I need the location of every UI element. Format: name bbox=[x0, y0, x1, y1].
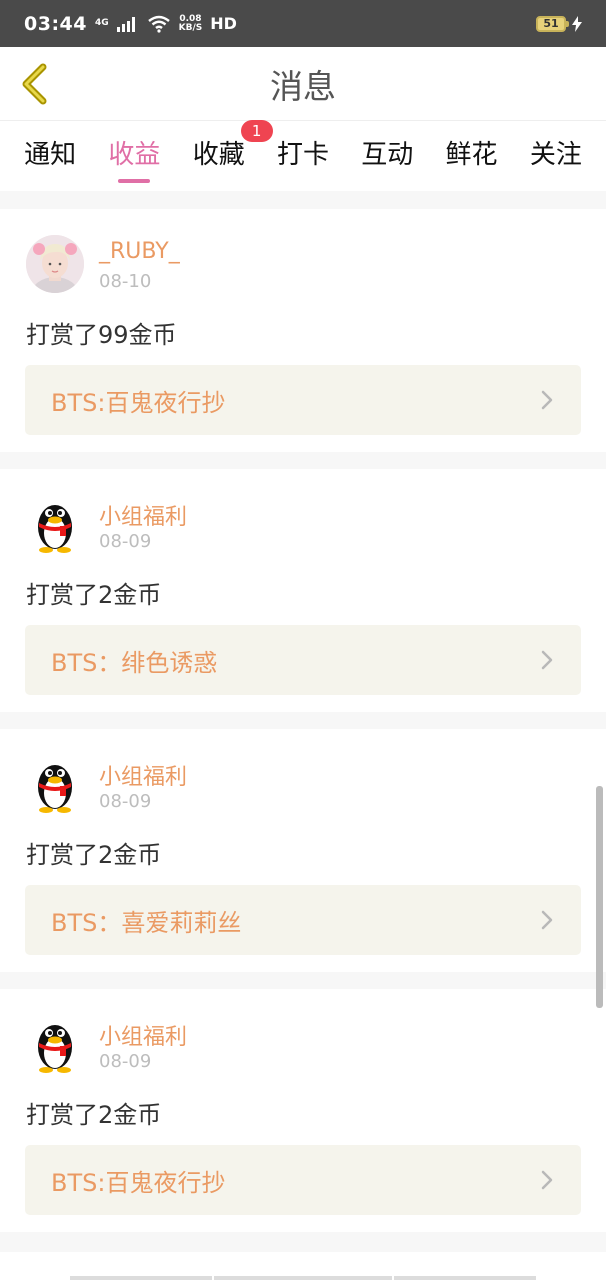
network-label: 4G bbox=[94, 18, 109, 28]
net-speed-unit: KB/S bbox=[178, 22, 203, 33]
user-name[interactable]: _RUBY_ bbox=[99, 239, 180, 264]
battery-level: 51 bbox=[543, 17, 559, 30]
tab-earnings[interactable]: 收益 bbox=[108, 128, 160, 185]
tab-label: 打卡 bbox=[276, 139, 329, 170]
tab-label: 收益 bbox=[108, 139, 161, 170]
tab-favorites[interactable]: 收藏 1 bbox=[192, 119, 273, 185]
chevron-right-icon bbox=[541, 650, 553, 670]
status-time: 03:44 bbox=[24, 12, 87, 35]
user-avatar[interactable] bbox=[26, 495, 84, 553]
linked-post-title: BTS:百鬼夜行抄 bbox=[51, 388, 226, 417]
tab-checkin[interactable]: 打卡 bbox=[277, 128, 329, 185]
tab-label: 通知 bbox=[24, 139, 77, 170]
tab-label: 鲜花 bbox=[445, 139, 498, 170]
photo-avatar-icon bbox=[26, 235, 84, 293]
page-title: 消息 bbox=[270, 66, 336, 106]
user-avatar[interactable] bbox=[26, 755, 84, 813]
tab-notifications[interactable]: 通知 bbox=[24, 128, 76, 185]
status-bar: 03:44 4G 0.08 KB/S HD 51 bbox=[0, 0, 606, 47]
chevron-left-icon bbox=[22, 63, 47, 105]
message-text: 打赏了2金币 bbox=[26, 581, 162, 609]
signal-icon bbox=[116, 16, 135, 32]
user-avatar[interactable] bbox=[26, 1015, 84, 1073]
net-speed: 0.08 KB/S bbox=[178, 14, 203, 33]
wifi-icon bbox=[147, 15, 170, 33]
message-text: 打赏了2金币 bbox=[26, 841, 162, 869]
tab-bar: 通知 收益 收藏 1 打卡 互动 鲜花 关注 bbox=[0, 119, 606, 191]
message-card: 小组福利 08-09 打赏了2金币 BTS：喜爱莉莉丝 bbox=[0, 729, 606, 972]
message-date: 08-09 bbox=[99, 531, 152, 552]
tab-label: 互动 bbox=[361, 139, 414, 170]
tab-label: 关注 bbox=[529, 139, 582, 170]
linked-post-title: BTS:百鬼夜行抄 bbox=[51, 1168, 226, 1197]
tab-interactions[interactable]: 互动 bbox=[361, 128, 413, 185]
hd-label: HD bbox=[210, 14, 237, 33]
linked-post[interactable]: BTS：喜爱莉莉丝 bbox=[25, 885, 581, 955]
linked-post[interactable]: BTS:百鬼夜行抄 bbox=[25, 365, 581, 435]
charging-icon bbox=[572, 15, 582, 32]
tab-flowers[interactable]: 鲜花 bbox=[446, 128, 498, 185]
divider bbox=[394, 1276, 536, 1280]
back-button[interactable] bbox=[14, 61, 54, 107]
scrollbar-thumb[interactable] bbox=[596, 786, 603, 1008]
divider bbox=[214, 1276, 392, 1280]
message-card: 小组福利 08-09 打赏了2金币 BTS:百鬼夜行抄 bbox=[0, 989, 606, 1232]
linked-post[interactable]: BTS:百鬼夜行抄 bbox=[25, 1145, 581, 1215]
battery-icon: 51 bbox=[536, 15, 569, 32]
user-avatar[interactable] bbox=[26, 235, 84, 293]
message-text: 打赏了99金币 bbox=[26, 321, 177, 349]
message-date: 08-09 bbox=[99, 1051, 152, 1072]
next-card-partial bbox=[0, 1252, 606, 1280]
penguin-icon bbox=[38, 505, 72, 553]
linked-post-title: BTS：喜爱莉莉丝 bbox=[51, 908, 242, 937]
user-name[interactable]: 小组福利 bbox=[99, 499, 187, 531]
linked-post[interactable]: BTS：绯色诱惑 bbox=[25, 625, 581, 695]
penguin-icon bbox=[38, 765, 72, 813]
tab-following[interactable]: 关注 bbox=[530, 128, 582, 185]
chevron-right-icon bbox=[541, 910, 553, 930]
user-name[interactable]: 小组福利 bbox=[99, 759, 187, 791]
linked-post-title: BTS：绯色诱惑 bbox=[51, 648, 218, 677]
penguin-icon bbox=[38, 1025, 72, 1073]
message-date: 08-09 bbox=[99, 791, 152, 812]
message-date: 08-10 bbox=[99, 271, 152, 292]
chevron-right-icon bbox=[541, 390, 553, 410]
divider bbox=[70, 1276, 212, 1280]
app-header: 消息 bbox=[0, 47, 606, 121]
message-text: 打赏了2金币 bbox=[26, 1101, 162, 1129]
message-card: 小组福利 08-09 打赏了2金币 BTS：绯色诱惑 bbox=[0, 469, 606, 712]
user-name[interactable]: 小组福利 bbox=[99, 1019, 187, 1051]
message-card: _RUBY_ 08-10 打赏了99金币 BTS:百鬼夜行抄 bbox=[0, 209, 606, 452]
unread-badge: 1 bbox=[240, 119, 273, 142]
tab-label: 收藏 bbox=[192, 139, 245, 170]
chevron-right-icon bbox=[541, 1170, 553, 1190]
